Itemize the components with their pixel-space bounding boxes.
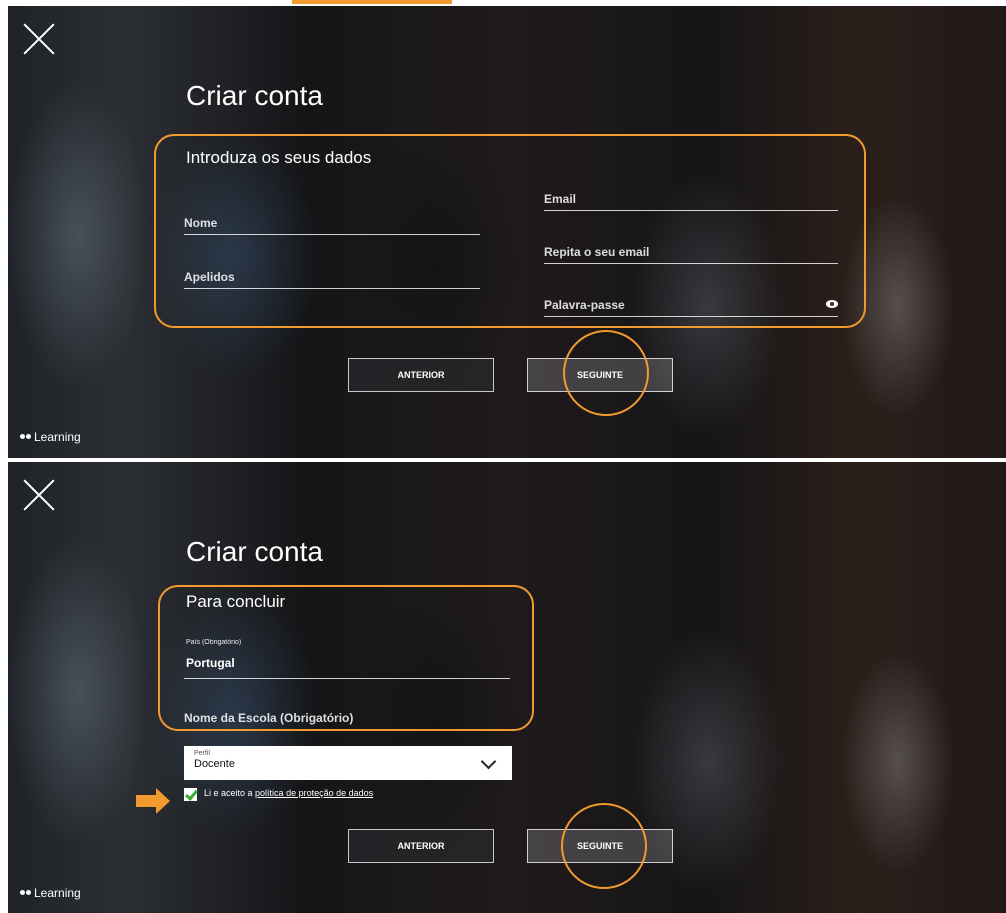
next-button-highlight	[563, 330, 649, 416]
page-title: Criar conta	[186, 536, 323, 567]
arrow-right-icon	[136, 788, 170, 814]
consent-checkbox[interactable]	[184, 787, 199, 801]
anterior-button[interactable]: ANTERIOR	[348, 829, 494, 863]
signup-step-1-panel: Criar conta Introduza os seus dados Nome…	[8, 6, 1006, 458]
next-button-highlight	[561, 803, 647, 889]
brand-dots-icon	[20, 434, 31, 440]
fields-highlight	[158, 585, 534, 731]
consent-prefix: Li e aceito a	[204, 788, 256, 798]
signup-step-2-panel: Criar conta Para concluir País (Obrigató…	[8, 462, 1006, 913]
consent-text: Li e aceito a política de proteção de da…	[204, 788, 373, 798]
brand-logo: Learning	[20, 886, 81, 900]
brand-name: Learning	[34, 430, 81, 444]
top-accent-tab	[292, 0, 452, 4]
profile-label: Perfil	[194, 750, 210, 757]
checkmark-icon	[184, 787, 199, 801]
brand-dots-icon	[20, 890, 31, 896]
privacy-policy-link[interactable]: política de proteção de dados	[255, 788, 373, 798]
close-icon[interactable]	[22, 22, 56, 56]
brand-name: Learning	[34, 886, 81, 900]
page-title: Criar conta	[186, 80, 323, 111]
close-icon[interactable]	[22, 478, 56, 512]
fields-highlight	[154, 134, 866, 328]
profile-select[interactable]: Perfil Docente	[184, 746, 512, 780]
anterior-button[interactable]: ANTERIOR	[348, 358, 494, 392]
brand-logo: Learning	[20, 430, 81, 444]
profile-value: Docente	[194, 758, 235, 770]
